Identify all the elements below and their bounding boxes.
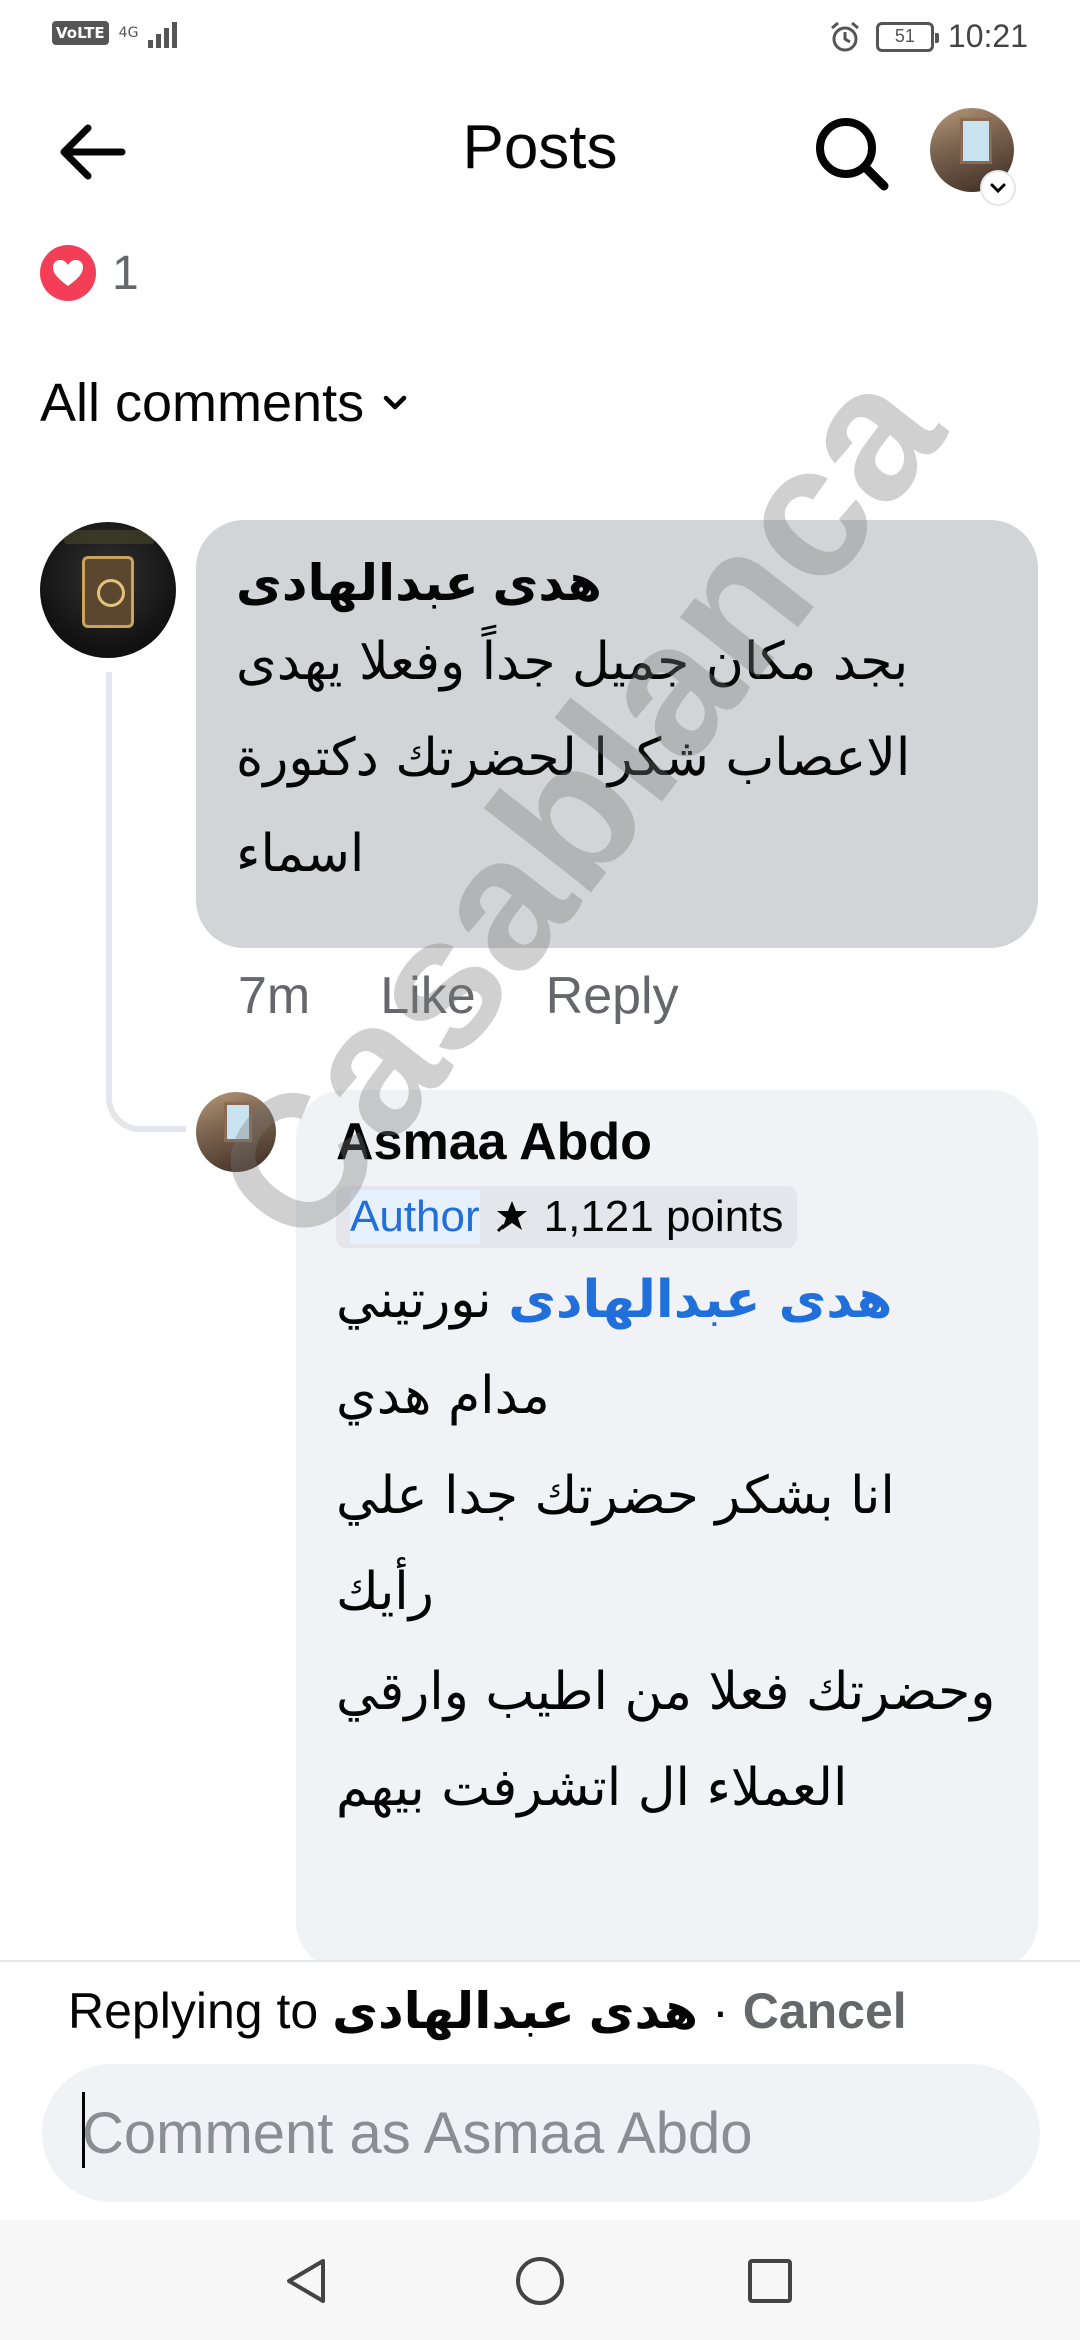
points-count: 1,121 points <box>543 1192 784 1241</box>
clock: 10:21 <box>947 18 1028 54</box>
battery-level: 51 <box>894 26 915 46</box>
nav-home-button[interactable] <box>505 2246 575 2316</box>
text-caret <box>82 2092 85 2168</box>
reply-button[interactable]: Reply <box>546 966 679 1026</box>
page-title: Posts <box>462 113 618 182</box>
filter-label: All comments <box>40 373 365 433</box>
reply-bubble[interactable]: Asmaa Abdo Author 1,121 points هدى عبدال… <box>296 1090 1038 1970</box>
chevron-down-icon <box>383 395 407 410</box>
comment-bubble[interactable]: هدى عبدالهادى بجد مكان جميل جداً وفعلا ي… <box>196 520 1038 948</box>
comment-time: 7m <box>238 967 311 1025</box>
search-icon <box>816 118 889 191</box>
system-nav-bar <box>0 2220 1080 2340</box>
heart-icon <box>40 245 96 301</box>
thread-connector <box>106 672 186 1132</box>
reaction-count: 1 <box>112 246 139 300</box>
signal-icon <box>148 18 178 48</box>
network-type: 4G <box>118 25 139 41</box>
comment-filter-dropdown[interactable]: All comments <box>40 372 410 434</box>
author-badges: Author 1,121 points <box>336 1186 798 1248</box>
separator: · <box>712 1983 729 2039</box>
app-header: Posts <box>0 90 1080 210</box>
chevron-down-icon <box>990 183 1006 194</box>
book-image <box>82 556 134 628</box>
status-left: VoLTE 4G <box>52 18 178 48</box>
like-button[interactable]: Like <box>380 966 475 1026</box>
circle-home-icon <box>516 2257 564 2305</box>
reaction-summary[interactable]: 1 <box>40 245 139 301</box>
battery-icon: 51 <box>875 21 939 52</box>
status-bar: VoLTE 4G 51 10:21 <box>0 0 1080 80</box>
replying-target: هدى عبدالهادى <box>332 1983 699 2039</box>
alarm-icon <box>830 21 859 51</box>
reply-text: هدى عبدالهادى نورتيني مدام هدي <box>336 1252 1002 1444</box>
volte-indicator: VoLTE <box>52 21 109 45</box>
author-badge: Author <box>350 1190 480 1244</box>
account-switcher[interactable] <box>980 170 1016 206</box>
search-button[interactable] <box>808 110 894 196</box>
reply-author-avatar[interactable] <box>196 1092 276 1172</box>
nav-recents-button[interactable] <box>735 2246 805 2316</box>
replying-to: Replying to هدى عبدالهادى · Cancel <box>68 1982 907 2040</box>
reply-text-line: وحضرتك فعلا من اطيب وارقي العملاء ال اتش… <box>319 1662 996 1818</box>
comment-author[interactable]: هدى عبدالهادى <box>236 554 998 612</box>
reply-text-line: انا بشكر حضرتك جدا علي رأيك <box>319 1466 895 1622</box>
square-recents-icon <box>748 2259 792 2303</box>
cancel-reply-button[interactable]: Cancel <box>743 1982 907 2040</box>
comment-input[interactable] <box>42 2064 1040 2202</box>
top-fan-badge-icon <box>496 1201 527 1233</box>
triangle-back-icon <box>287 2259 325 2303</box>
commenter-avatar[interactable] <box>40 522 176 658</box>
comment-actions: 7m Like Reply <box>238 966 679 1026</box>
nav-back-button[interactable] <box>272 2246 342 2316</box>
mention-link[interactable]: هدى عبدالهادى <box>508 1270 892 1330</box>
replying-prefix: Replying to <box>68 1983 319 2039</box>
status-right: 51 10:21 <box>828 18 1028 55</box>
comment-text: بجد مكان جميل جداً وفعلا يهدى الاعصاب شك… <box>219 632 911 884</box>
reply-author[interactable]: Asmaa Abdo <box>336 1112 1002 1172</box>
